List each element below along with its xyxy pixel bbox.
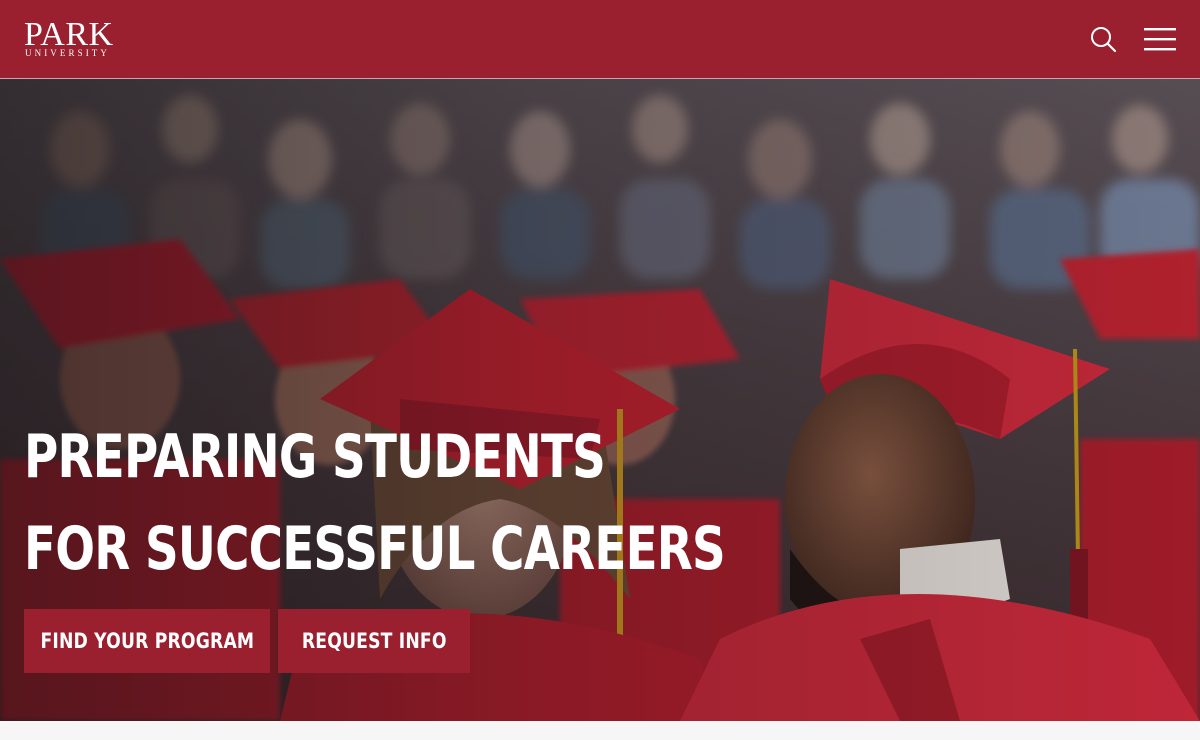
page-content-edge [0,721,1200,740]
logo-subtitle: UNIVERSITY [25,48,110,58]
site-header: PARK UNIVERSITY [0,0,1200,79]
find-your-program-button[interactable]: FIND YOUR PROGRAM [24,609,270,673]
hero-headline: PREPARING STUDENTS FOR SUCCESSFUL CAREER… [24,411,726,595]
headline-line-2: FOR SUCCESSFUL CAREERS [24,514,726,584]
park-university-logo[interactable]: PARK UNIVERSITY [24,18,124,60]
request-info-button[interactable]: REQUEST INFO [278,609,470,673]
search-icon [1091,27,1117,53]
hero-banner: PREPARING STUDENTS FOR SUCCESSFUL CAREER… [0,79,1200,721]
find-your-program-label: FIND YOUR PROGRAM [40,629,254,653]
headline-line-1: PREPARING STUDENTS [24,422,606,492]
hamburger-menu-icon [1144,28,1176,51]
search-button[interactable] [1088,24,1120,56]
menu-button[interactable] [1141,24,1179,56]
request-info-label: REQUEST INFO [301,629,447,653]
logo-wordmark: PARK [24,16,114,53]
